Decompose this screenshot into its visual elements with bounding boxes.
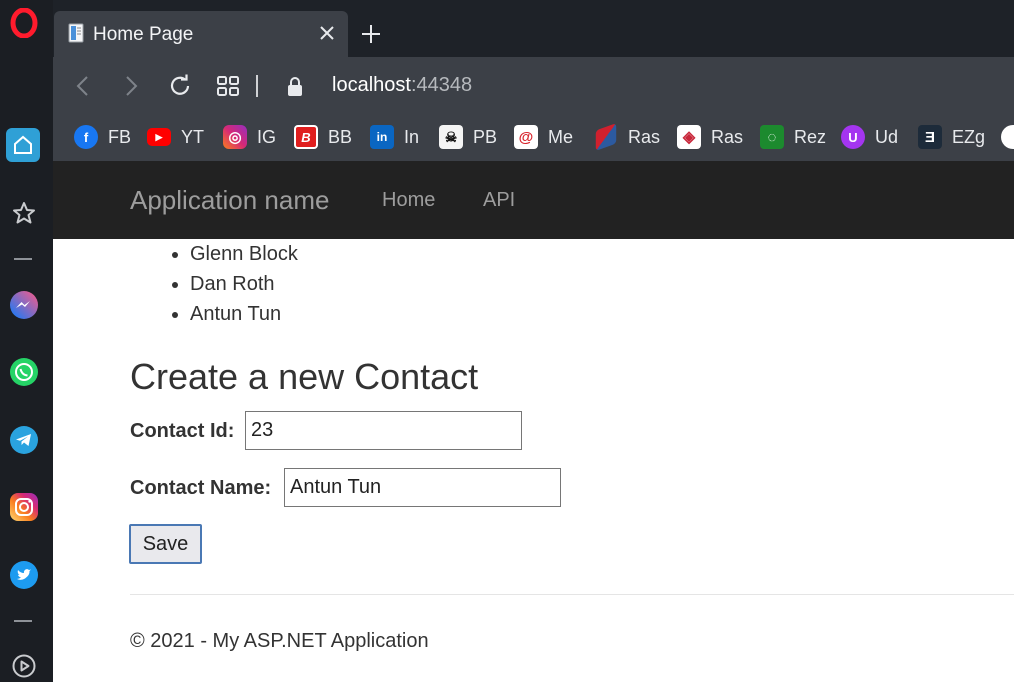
bookmark-label: EZg <box>952 126 986 147</box>
contact-id-input[interactable] <box>245 411 522 450</box>
bookmark-github[interactable] <box>1001 123 1014 151</box>
contact-name-input[interactable] <box>284 468 561 507</box>
ras-icon <box>595 123 617 151</box>
footer-text: © 2021 - My ASP.NET Application <box>130 630 429 652</box>
form-title: Create a new Contact <box>130 356 479 397</box>
bookmark-label: Ud <box>875 126 899 147</box>
bookmark-ig[interactable]: ◎ IG <box>223 123 276 151</box>
tab-title: Home Page <box>93 24 194 45</box>
url-host: localhost <box>332 74 411 96</box>
opera-logo-icon[interactable] <box>8 7 39 38</box>
linkedin-icon: in <box>370 125 394 149</box>
bookmark-ezg[interactable]: Ǝ EZg <box>918 123 985 151</box>
browser-tab[interactable]: Home Page <box>54 11 348 57</box>
telegram-icon[interactable] <box>8 424 39 455</box>
bookmark-label: Ras <box>628 126 661 147</box>
footer-divider <box>130 594 1014 595</box>
bookmark-me[interactable]: @ Me <box>514 123 573 151</box>
instagram-icon[interactable] <box>8 491 39 522</box>
site-navbar: Application name Home API <box>53 161 1014 239</box>
bookmark-fb[interactable]: f FB <box>74 123 131 151</box>
bookmarks-star-icon[interactable] <box>8 197 39 228</box>
facebook-icon: f <box>74 125 98 149</box>
bookmark-ras-2[interactable]: ◈ Ras <box>677 123 743 151</box>
rez-icon: ◌ <box>760 125 784 149</box>
bookmark-ras[interactable]: Ras <box>594 123 660 151</box>
ras-dots-icon: ◈ <box>677 125 701 149</box>
github-icon <box>1001 125 1014 149</box>
instagram-icon: ◎ <box>223 125 247 149</box>
list-item: Dan Roth <box>190 269 298 299</box>
bookmark-label: BB <box>328 126 353 147</box>
bookmark-bb[interactable]: B BB <box>294 123 352 151</box>
sidebar-divider <box>14 258 32 260</box>
tabs-grid-icon[interactable] <box>215 73 241 99</box>
contact-id-label: Contact Id: <box>130 420 235 442</box>
bookmark-label: In <box>404 126 420 147</box>
youtube-icon: ▶ <box>147 128 171 146</box>
brand-link[interactable]: Application name <box>130 185 329 216</box>
bb-icon: B <box>294 125 318 149</box>
save-button[interactable]: Save <box>129 524 202 564</box>
sidebar-divider <box>14 620 32 622</box>
back-icon[interactable] <box>71 73 97 99</box>
contact-name-label: Contact Name: <box>130 477 272 499</box>
bookmark-in[interactable]: in In <box>370 123 419 151</box>
url-port: :44348 <box>410 74 473 96</box>
opera-sidebar <box>0 0 53 682</box>
bookmark-ud[interactable]: U Ud <box>841 123 898 151</box>
bookmark-label: FB <box>108 126 132 147</box>
udemy-icon: U <box>841 125 865 149</box>
bookmark-pb[interactable]: ☠ PB <box>439 123 497 151</box>
page-viewport: Application name Home API Glenn Block Da… <box>53 161 1014 682</box>
messenger-icon[interactable] <box>8 289 39 320</box>
bookmark-label: YT <box>181 126 205 147</box>
bookmark-label: Ras <box>711 126 744 147</box>
bookmark-label: PB <box>473 126 498 147</box>
document-favicon-icon <box>68 23 84 43</box>
bookmark-rez[interactable]: ◌ Rez <box>760 123 826 151</box>
player-icon[interactable] <box>8 650 39 681</box>
reload-icon[interactable] <box>167 73 193 99</box>
list-item: Glenn Block <box>190 239 298 269</box>
browser-toolbar: localhost:44348 <box>53 57 1014 115</box>
list-item: Antun Tun <box>190 299 298 329</box>
twitter-icon[interactable] <box>8 559 39 590</box>
bookmarks-bar: f FB ▶ YT ◎ IG B BB in In ☠ PB @ Me Ras … <box>53 115 1014 161</box>
close-tab-icon[interactable] <box>316 22 338 44</box>
whatsapp-icon[interactable] <box>8 356 39 387</box>
new-tab-icon[interactable] <box>359 22 383 46</box>
nav-link-api[interactable]: API <box>483 189 515 212</box>
address-bar[interactable]: localhost:44348 <box>332 74 472 97</box>
bookmark-label: IG <box>257 126 277 147</box>
toolbar-separator <box>256 75 258 97</box>
bookmark-label: Rez <box>794 126 827 147</box>
tab-strip: Home Page <box>53 0 1014 57</box>
contact-list: Glenn Block Dan Roth Antun Tun <box>190 239 298 329</box>
speed-dial-icon[interactable] <box>6 128 40 162</box>
me-icon: @ <box>514 125 538 149</box>
nav-link-home[interactable]: Home <box>382 189 435 212</box>
bookmark-label: Me <box>548 126 574 147</box>
lock-icon[interactable] <box>282 73 308 99</box>
pb-icon: ☠ <box>439 125 463 149</box>
ezg-icon: Ǝ <box>918 125 942 149</box>
forward-icon[interactable] <box>117 73 143 99</box>
bookmark-yt[interactable]: ▶ YT <box>147 123 204 151</box>
